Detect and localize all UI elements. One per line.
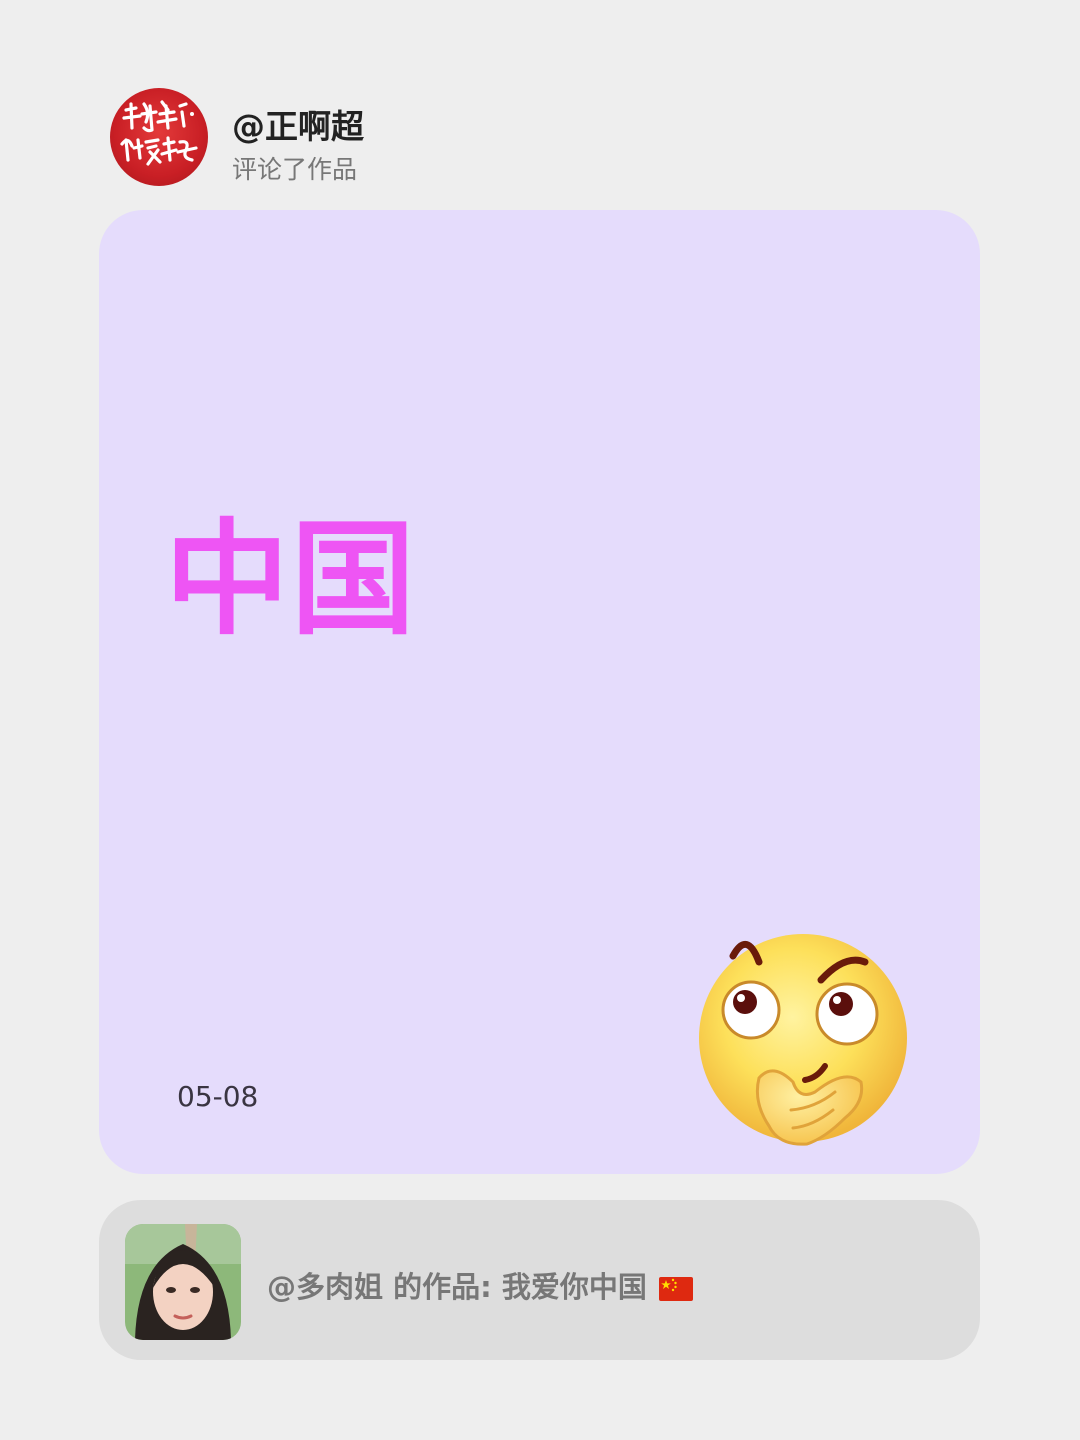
referenced-work-text[interactable]: @多肉姐 的作品: 我爱你中国 xyxy=(267,1264,693,1306)
thinking-face-icon xyxy=(699,934,907,1146)
comment-card[interactable]: 中国 05-08 xyxy=(99,210,980,1174)
action-label: 评论了作品 xyxy=(232,155,358,184)
notification-header: @正啊超 评论了作品 xyxy=(110,88,970,188)
work-title: 的作品: 我爱你中国 xyxy=(393,1270,647,1304)
comment-text: 中国 xyxy=(165,508,418,652)
calligraphy-avatar-icon xyxy=(120,100,198,166)
china-flag-icon xyxy=(658,1277,693,1301)
referenced-work[interactable]: @多肉姐 的作品: 我爱你中国 xyxy=(99,1200,980,1360)
user-avatar[interactable] xyxy=(110,88,208,186)
comment-date: 05-08 xyxy=(177,1080,259,1113)
author-photo-icon xyxy=(125,1224,241,1340)
work-author[interactable]: @多肉姐 xyxy=(267,1270,383,1304)
work-thumbnail[interactable] xyxy=(125,1224,241,1340)
username[interactable]: @正啊超 xyxy=(232,100,364,148)
